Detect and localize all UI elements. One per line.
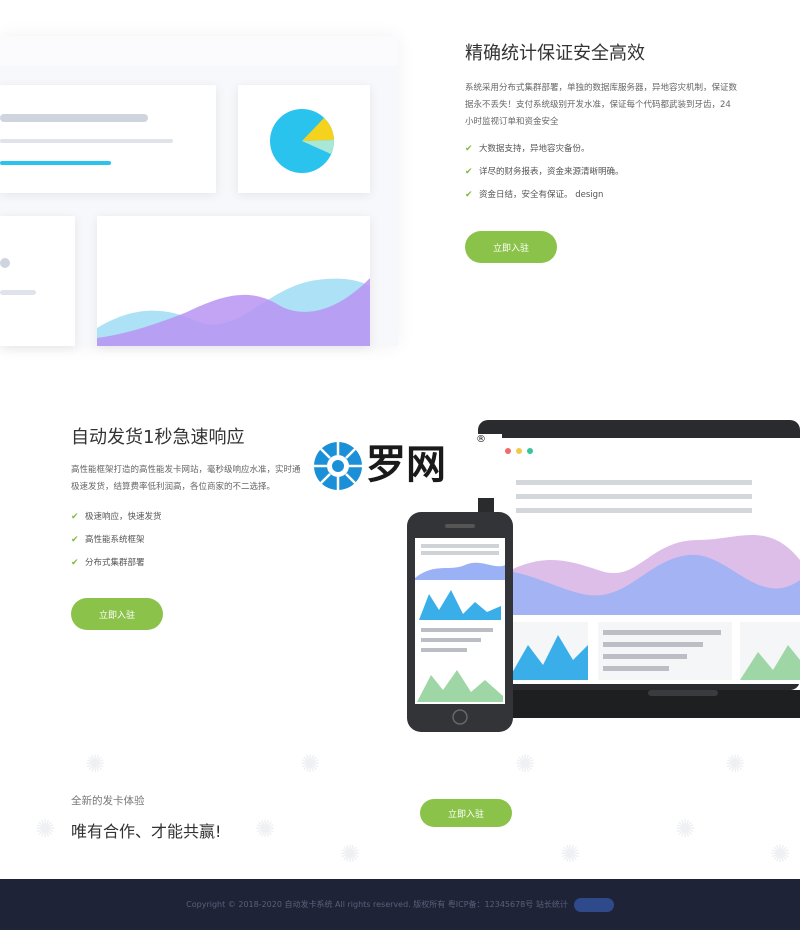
- pie-chart: [270, 109, 335, 173]
- logo-spider-icon: [314, 442, 362, 490]
- watermark-icon: ✺: [560, 840, 581, 868]
- logo-text: 罗网: [366, 442, 446, 488]
- watermark-icon: ✺: [725, 750, 746, 778]
- section2-feature-list: ✔ 极速响应，快速发货 ✔ 高性能系统框架 ✔ 分布式集群部署: [71, 506, 162, 575]
- section1-join-button[interactable]: 立即入驻: [465, 231, 557, 263]
- wave-chart: [97, 278, 370, 346]
- watermark-icon: ✺: [300, 750, 321, 778]
- feature-item: ✔ 详尽的财务报表，资金来源清晰明确。: [465, 161, 624, 184]
- stat-bar-light: [0, 139, 173, 143]
- mini-dot: [0, 258, 10, 268]
- feature-item: ✔ 大数据支持，异地容灾备份。: [465, 138, 624, 161]
- watermark-icon: ✺: [35, 815, 56, 843]
- feature-item: ✔ 资金日结，安全有保证。 design: [465, 184, 624, 207]
- section1-description: 系统采用分布式集群部署，单独的数据库服务器，异地容灾机制，保证数据永不丢失！支付…: [465, 83, 738, 127]
- cta-title: 唯有合作、才能共赢!: [71, 822, 222, 841]
- stats-badge-icon[interactable]: [573, 897, 614, 912]
- footer-copyright: Copyright © 2018-2020 自动发卡系统 All rights …: [186, 900, 568, 909]
- mini-bar: [0, 290, 36, 295]
- check-icon: ✔: [71, 512, 79, 522]
- laptop-graphic: [478, 420, 800, 718]
- watermark-icon: ✺: [85, 750, 106, 778]
- section1-title: 精确统计保证安全高效: [465, 43, 645, 64]
- brand-logo: 罗网 ®: [310, 434, 502, 498]
- footer: Copyright © 2018-2020 自动发卡系统 All rights …: [0, 879, 800, 930]
- stats-card: [0, 85, 216, 193]
- check-icon: ✔: [71, 535, 79, 545]
- watermark-icon: ✺: [675, 815, 696, 843]
- dashboard-illustration: [0, 36, 398, 346]
- section2-description: 高性能框架打造的高性能发卡网站，毫秒级响应水准，实时通极速发货，结算费率低利润高…: [71, 465, 301, 492]
- check-icon: ✔: [465, 144, 473, 154]
- feature-item: ✔ 极速响应，快速发货: [71, 506, 162, 529]
- watermark-icon: ✺: [340, 840, 361, 868]
- check-icon: ✔: [71, 558, 79, 568]
- section2-join-button[interactable]: 立即入驻: [71, 598, 163, 630]
- stat-bar-gray: [0, 114, 148, 122]
- check-icon: ✔: [465, 167, 473, 177]
- cta-join-button[interactable]: 立即入驻: [420, 799, 512, 827]
- section2-title: 自动发货1秒急速响应: [71, 427, 245, 448]
- check-icon: ✔: [465, 190, 473, 200]
- section1-feature-list: ✔ 大数据支持，异地容灾备份。 ✔ 详尽的财务报表，资金来源清晰明确。 ✔ 资金日结，…: [465, 138, 624, 207]
- stat-bar-cyan: [0, 161, 111, 165]
- laptop-illustration: [478, 420, 800, 720]
- phone-illustration: [405, 510, 515, 734]
- dashboard-header-strip: [0, 36, 398, 66]
- registered-mark: ®: [476, 434, 486, 445]
- feature-item: ✔ 高性能系统框架: [71, 529, 162, 552]
- pie-card: [238, 85, 370, 193]
- watermark-icon: ✺: [515, 750, 536, 778]
- feature-item: ✔ 分布式集群部署: [71, 552, 162, 575]
- cta-subtitle: 全新的发卡体验: [71, 795, 145, 807]
- wave-card: [97, 216, 370, 346]
- phone-graphic: [407, 512, 513, 732]
- watermark-icon: ✺: [255, 815, 276, 843]
- mini-card: [0, 216, 75, 346]
- watermark-icon: ✺: [770, 840, 791, 868]
